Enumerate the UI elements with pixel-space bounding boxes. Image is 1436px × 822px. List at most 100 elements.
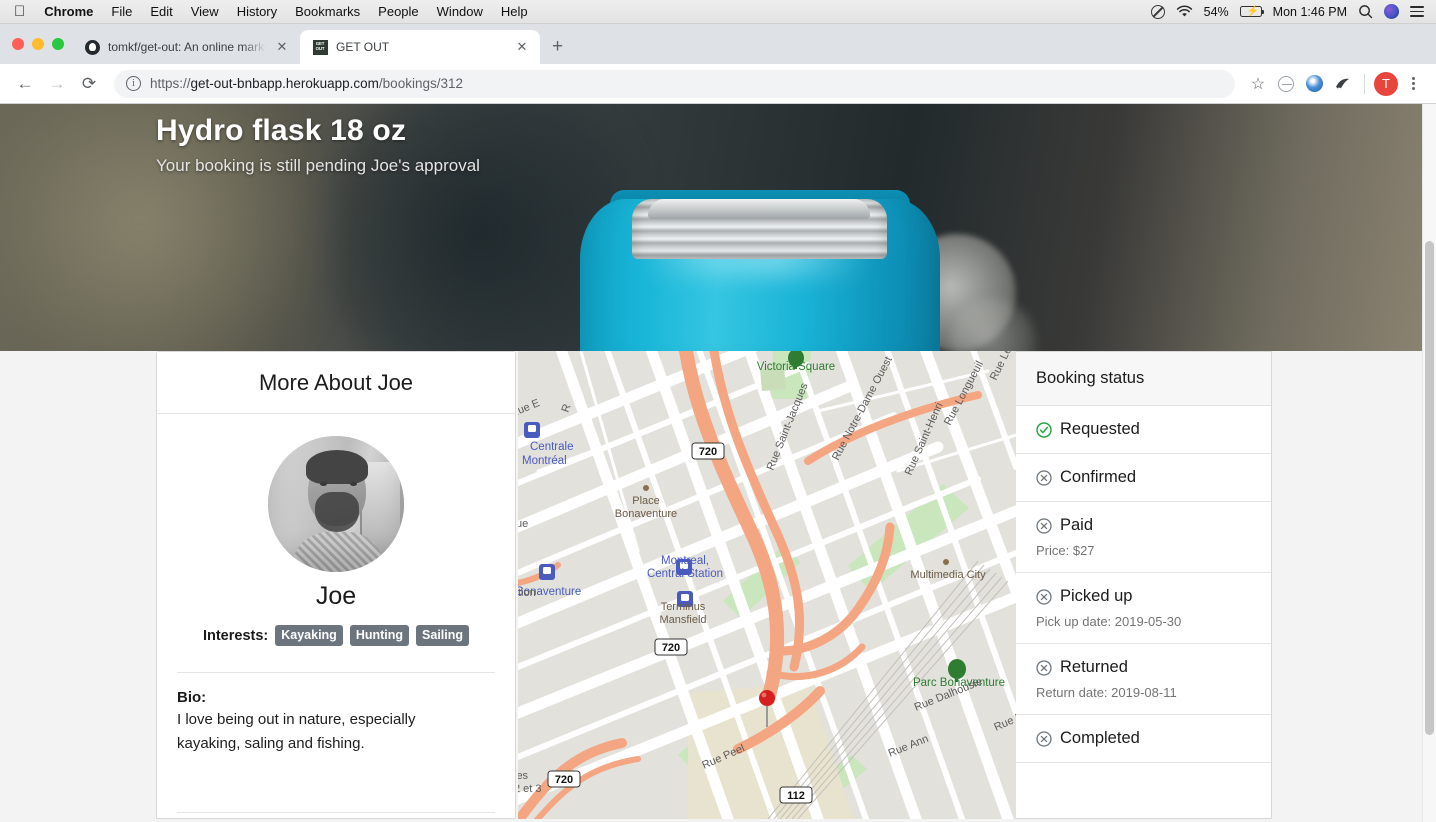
browser-tab-strip: tomkf/get-out: An online marke ✕ GET OUT … bbox=[0, 24, 1436, 64]
main-content: More About Joe Joe Interests: Kayaking H… bbox=[0, 351, 1436, 819]
wifi-icon[interactable] bbox=[1176, 5, 1193, 18]
location-map[interactable]: 720 720 720 112 Centrale Montréal Bonave… bbox=[518, 351, 1016, 819]
x-circle-icon bbox=[1036, 730, 1052, 747]
tab-title: GET OUT bbox=[336, 40, 390, 54]
booking-status-heading: Booking status bbox=[1016, 352, 1271, 406]
svg-text:720: 720 bbox=[555, 774, 573, 786]
status-item-paid: Paid Price: $27 bbox=[1016, 502, 1271, 573]
status-item-returned: Returned Return date: 2019-08-11 bbox=[1016, 644, 1271, 715]
menu-item-people[interactable]: People bbox=[369, 4, 427, 19]
close-window-button[interactable] bbox=[12, 38, 24, 50]
maximize-window-button[interactable] bbox=[52, 38, 64, 50]
svg-text:Mansfield: Mansfield bbox=[659, 614, 706, 626]
toolbar-divider bbox=[1364, 73, 1365, 94]
menu-item-bookmarks[interactable]: Bookmarks bbox=[286, 4, 369, 19]
extension-icon[interactable] bbox=[1329, 71, 1355, 97]
back-button[interactable]: ← bbox=[10, 69, 40, 99]
tab-title: tomkf/get-out: An online marke bbox=[108, 40, 266, 54]
status-item-confirmed: Confirmed bbox=[1016, 454, 1271, 502]
bio-section: Bio: I love being out in nature, especia… bbox=[177, 673, 495, 756]
bio-text: I love being out in nature, especially k… bbox=[177, 711, 416, 752]
spotlight-search-icon[interactable] bbox=[1358, 4, 1373, 19]
menu-item-window[interactable]: Window bbox=[428, 4, 492, 19]
svg-text:Terminus: Terminus bbox=[661, 601, 706, 613]
battery-percent-label: 54% bbox=[1203, 4, 1229, 19]
scrollbar-thumb[interactable] bbox=[1425, 241, 1434, 735]
browser-tab-get-out[interactable]: GET OUT GET OUT ✕ bbox=[300, 30, 540, 64]
svg-text:Place: Place bbox=[632, 495, 660, 507]
svg-text:Montréal: Montréal bbox=[522, 455, 567, 467]
url-text: https://get-out-bnbapp.herokuapp.com/boo… bbox=[150, 76, 463, 91]
hero-text-block: Hydro flask 18 oz Your booking is still … bbox=[156, 113, 480, 176]
svg-text:720: 720 bbox=[662, 642, 680, 654]
menubar-status-area: 54% ⚡ Mon 1:46 PM bbox=[1150, 4, 1428, 19]
interest-badge-hunting: Hunting bbox=[349, 625, 410, 646]
svg-text:Montreal,: Montreal, bbox=[661, 555, 709, 567]
menu-item-file[interactable]: File bbox=[102, 4, 141, 19]
menu-item-edit[interactable]: Edit bbox=[141, 4, 181, 19]
browser-toolbar: ← → ⟳ i https://get-out-bnbapp.herokuapp… bbox=[0, 64, 1436, 104]
new-tab-button[interactable]: + bbox=[540, 30, 575, 64]
svg-text:les: les bbox=[518, 770, 529, 782]
page-scrollbar[interactable] bbox=[1422, 104, 1436, 822]
github-icon bbox=[84, 39, 100, 55]
page-title: Hydro flask 18 oz bbox=[156, 114, 407, 147]
x-circle-icon bbox=[1036, 517, 1052, 534]
svg-text:Bonaventure: Bonaventure bbox=[615, 508, 677, 520]
interest-badge-kayaking: Kayaking bbox=[275, 625, 343, 646]
profile-avatar[interactable]: T bbox=[1374, 71, 1398, 96]
menu-item-help[interactable]: Help bbox=[492, 4, 537, 19]
svg-text:tion: tion bbox=[518, 587, 536, 599]
url-host: get-out-bnbapp.herokuapp.com bbox=[190, 76, 379, 91]
svg-text:112: 112 bbox=[787, 790, 805, 802]
close-tab-icon[interactable]: ✕ bbox=[514, 39, 530, 55]
status-label: Completed bbox=[1060, 729, 1140, 747]
bio-label: Bio: bbox=[177, 689, 207, 706]
url-path: /bookings/312 bbox=[378, 76, 463, 91]
profile-divider-bottom bbox=[177, 812, 495, 813]
status-item-requested: Requested bbox=[1016, 406, 1271, 454]
get-out-icon: GET OUT bbox=[312, 39, 328, 55]
x-circle-icon bbox=[1036, 659, 1052, 676]
svg-text:2 et 3: 2 et 3 bbox=[518, 783, 542, 795]
status-label: Returned bbox=[1060, 658, 1128, 676]
status-label: Requested bbox=[1060, 420, 1140, 438]
svg-text:Central Station: Central Station bbox=[647, 568, 723, 580]
svg-text:720: 720 bbox=[699, 446, 717, 458]
macos-menubar:  Chrome File Edit View History Bookmark… bbox=[0, 0, 1436, 24]
reload-button[interactable]: ⟳ bbox=[74, 69, 104, 99]
booking-status-panel: Booking status Requested Confirmed Paid … bbox=[1016, 351, 1272, 819]
extension-blue-orb-icon[interactable] bbox=[1301, 71, 1327, 97]
address-bar[interactable]: i https://get-out-bnbapp.herokuapp.com/b… bbox=[114, 69, 1235, 98]
apple-logo-icon[interactable]:  bbox=[8, 4, 35, 19]
owner-profile-card: More About Joe Joe Interests: Kayaking H… bbox=[156, 351, 516, 819]
profile-card-body: Joe Interests: Kayaking Hunting Sailing … bbox=[157, 414, 515, 813]
close-tab-icon[interactable]: ✕ bbox=[274, 39, 290, 55]
forward-button[interactable]: → bbox=[42, 69, 72, 99]
bookmark-star-icon[interactable]: ☆ bbox=[1245, 71, 1271, 97]
extension-circle-icon[interactable] bbox=[1273, 71, 1299, 97]
svg-text:Multimedia City: Multimedia City bbox=[910, 569, 986, 581]
browser-tab-github[interactable]: tomkf/get-out: An online marke ✕ bbox=[72, 30, 300, 64]
check-circle-icon bbox=[1036, 421, 1052, 438]
bottle-cap-top bbox=[648, 199, 870, 219]
menu-item-chrome[interactable]: Chrome bbox=[35, 4, 102, 19]
svg-text:Victoria Square: Victoria Square bbox=[757, 361, 835, 373]
three-dot-menu-icon[interactable] bbox=[1400, 71, 1426, 97]
hero-banner: Hydro flask 18 oz Your booking is still … bbox=[0, 104, 1436, 351]
status-label: Picked up bbox=[1060, 587, 1133, 605]
site-info-icon[interactable]: i bbox=[126, 76, 141, 91]
control-center-icon[interactable] bbox=[1410, 6, 1424, 17]
do-not-disturb-icon[interactable] bbox=[1150, 4, 1165, 19]
minimize-window-button[interactable] bbox=[32, 38, 44, 50]
profile-heading: More About Joe bbox=[258, 369, 414, 395]
battery-charging-icon[interactable]: ⚡ bbox=[1239, 6, 1265, 17]
menubar-clock[interactable]: Mon 1:46 PM bbox=[1273, 5, 1347, 19]
window-traffic-lights bbox=[10, 24, 72, 64]
price-detail: Price: $27 bbox=[1036, 543, 1095, 558]
map-canvas[interactable]: 720 720 720 112 Centrale Montréal Bonave… bbox=[518, 351, 1016, 819]
profile-card-header: More About Joe bbox=[157, 352, 515, 414]
menu-item-view[interactable]: View bbox=[182, 4, 228, 19]
siri-icon[interactable] bbox=[1384, 4, 1399, 19]
menu-item-history[interactable]: History bbox=[228, 4, 286, 19]
